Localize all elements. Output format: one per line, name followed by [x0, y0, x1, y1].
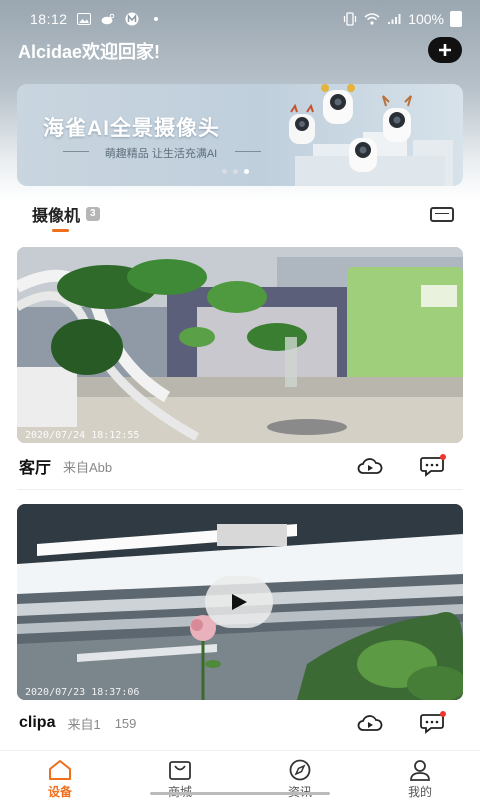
compass-icon — [289, 759, 311, 781]
play-button[interactable] — [205, 576, 273, 628]
nav-tab-profile[interactable]: 我的 — [360, 751, 480, 800]
snapshot-timestamp: 2020/07/24 18:12:55 — [25, 430, 140, 441]
nav-label: 设备 — [47, 785, 72, 799]
camera-name: clipa — [19, 714, 56, 731]
nav-label: 我的 — [407, 785, 432, 799]
camera-info-row: clipa 来自1 159 — [17, 700, 463, 746]
dot-icon — [148, 12, 164, 26]
battery-icon — [450, 11, 462, 27]
camera-info-row: 客厅 来自Abb — [17, 443, 463, 489]
snapshot-timestamp: 2020/07/23 18:37:06 — [25, 687, 140, 698]
pagination-dot — [233, 169, 238, 174]
camera-preview[interactable]: 2020/07/23 18:37:06 — [17, 504, 463, 700]
camera-extra-info: 159 — [114, 715, 137, 731]
cloud-playback-icon[interactable] — [357, 712, 383, 734]
camera-snapshot-image — [17, 247, 463, 443]
banner-divider-right — [235, 151, 261, 152]
cloud-playback-icon[interactable] — [357, 455, 383, 477]
pagination-dot — [222, 169, 227, 174]
vibrate-icon — [342, 12, 358, 26]
home-indicator[interactable] — [150, 792, 330, 795]
message-icon[interactable] — [419, 711, 446, 734]
camera-source: 来自1 — [67, 716, 101, 732]
status-bar: 18:12 100% — [0, 0, 480, 38]
banner-subtitle: 萌趣精品 让生活充满AI — [104, 148, 218, 160]
camera-actions — [357, 711, 446, 734]
play-icon — [232, 594, 247, 610]
section-tab-indicator — [52, 229, 69, 232]
user-icon — [410, 760, 430, 781]
signal-icon — [386, 12, 402, 26]
camera-preview[interactable]: 2020/07/24 18:12:55 — [17, 247, 463, 443]
plus-icon — [439, 44, 451, 56]
unread-dot — [440, 711, 446, 717]
section-title: 摄像机 — [32, 208, 81, 225]
pagination-dot-active — [244, 169, 249, 174]
camera-actions — [357, 454, 446, 477]
camera-card[interactable]: 2020/07/23 18:37:06 clipa 来自1 159 — [17, 504, 463, 746]
gallery-icon — [76, 12, 92, 26]
banner-pagination — [222, 169, 249, 174]
status-time: 18:12 — [30, 11, 68, 27]
greeting-title: Alcidae欢迎回家! — [18, 42, 161, 62]
home-icon — [49, 760, 71, 780]
view-layout-icon[interactable] — [430, 207, 454, 222]
banner-title: 海雀AI全景摄像头 — [43, 117, 220, 140]
battery-percent: 100% — [408, 11, 444, 27]
weibo-icon — [100, 12, 116, 26]
cameras-section-header[interactable]: 摄像机 3 — [32, 202, 100, 226]
camera-card[interactable]: 2020/07/24 18:12:55 客厅 来自Abb — [17, 247, 463, 490]
unread-dot — [440, 454, 446, 460]
camera-product-illustration — [289, 84, 453, 186]
shop-bag-icon — [169, 761, 191, 780]
camera-count-badge: 3 — [86, 207, 100, 221]
add-device-button[interactable] — [428, 37, 462, 63]
message-icon[interactable] — [419, 454, 446, 477]
camera-source: 来自Abb — [63, 459, 113, 475]
camera-name: 客厅 — [19, 460, 52, 477]
nav-tab-devices[interactable]: 设备 — [0, 751, 120, 800]
wifi-icon — [364, 12, 380, 26]
card-divider — [17, 489, 463, 490]
m-app-icon — [124, 12, 140, 26]
